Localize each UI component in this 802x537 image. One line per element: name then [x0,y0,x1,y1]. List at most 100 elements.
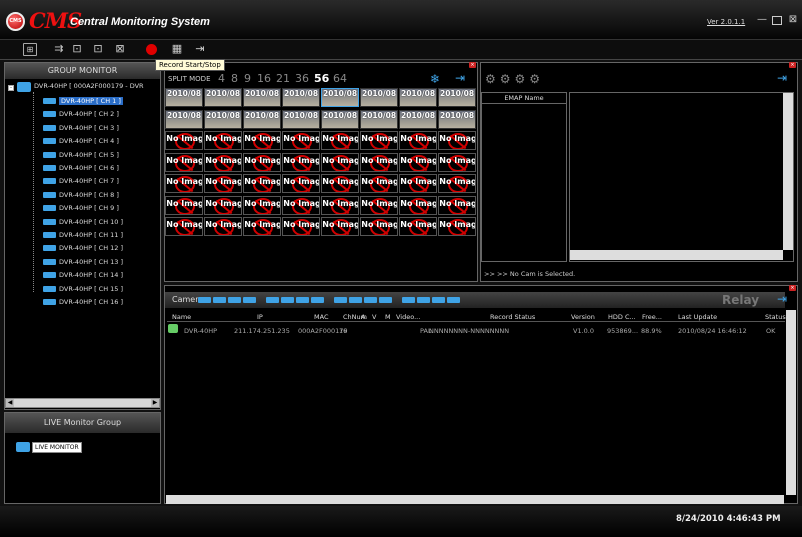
video-tile-noimage[interactable]: No Imag [399,131,437,150]
maximize-icon[interactable] [772,16,782,25]
video-tile-noimage[interactable]: No Imag [204,174,242,193]
video-tile-live[interactable]: 2010/08 [282,88,320,107]
close-icon[interactable]: ⊠ [787,14,799,26]
table-hscroll[interactable] [166,495,784,504]
sidebar-item-ch11[interactable]: DVR-40HP [ CH 11 ] [43,229,123,241]
video-tile-live[interactable]: 2010/08 [399,109,437,129]
video-tile-noimage[interactable]: No Imag [243,152,281,172]
video-tile-noimage[interactable]: No Imag [360,131,398,150]
sidebar-item-ch6[interactable]: DVR-40HP [ CH 6 ] [43,162,119,174]
emap-tools-icon[interactable]: ⚙⚙⚙⚙ [485,72,544,86]
sidebar-item-ch5[interactable]: DVR-40HP [ CH 5 ] [43,149,119,161]
video-tile-noimage[interactable]: No Imag [243,195,281,215]
video-tile-live[interactable]: 2010/08 [165,88,203,107]
relay-camera-icon[interactable] [213,297,226,303]
sidebar-item-ch2[interactable]: DVR-40HP [ CH 2 ] [43,108,119,120]
video-tile-noimage[interactable]: No Imag [360,174,398,193]
delete-device-icon[interactable]: ⊠ [113,43,127,56]
snowflake-icon[interactable]: ❄ [430,72,440,86]
emap-exit-icon[interactable]: ⇥ [777,71,787,85]
sidebar-item-ch3[interactable]: DVR-40HP [ CH 3 ] [43,122,119,134]
split-mode-8[interactable]: 8 [231,72,238,85]
sidebar-item-ch15[interactable]: DVR-40HP [ CH 15 ] [43,283,123,295]
tree-root-dvr[interactable]: DVR-40HP [ 000A2F000179 - DVR [34,82,144,90]
tree-collapse-icon[interactable]: - [8,85,14,91]
sidebar-item-ch4[interactable]: DVR-40HP [ CH 4 ] [43,135,119,147]
playback-icon[interactable]: ▦ [170,43,184,56]
video-tile-live[interactable]: 2010/08 [165,109,203,129]
video-tile-noimage[interactable]: No Imag [360,195,398,215]
video-tile-noimage[interactable]: No Imag [360,217,398,236]
relay-camera-icon[interactable] [281,297,294,303]
sidebar-item-ch7[interactable]: DVR-40HP [ CH 7 ] [43,175,119,187]
relay-camera-icon[interactable] [334,297,347,303]
video-tile-noimage[interactable]: No Imag [399,152,437,172]
split-mode-16[interactable]: 16 [257,72,271,85]
video-tile-live[interactable]: 2010/08 [204,88,242,107]
video-tile-live[interactable]: 2010/08 [438,88,476,107]
video-tile-noimage[interactable]: No Imag [438,131,476,150]
relay-camera-icon[interactable] [364,297,377,303]
column-header[interactable]: Record Status [490,313,535,321]
column-header[interactable]: Free... [642,313,662,321]
video-tile-noimage[interactable]: No Imag [282,217,320,236]
grid-close-icon[interactable]: × [469,62,476,68]
video-tile-noimage[interactable]: No Imag [204,195,242,215]
relay-camera-icon[interactable] [417,297,430,303]
minimize-icon[interactable]: — [756,14,768,26]
column-header[interactable]: A [361,313,365,321]
column-header[interactable]: M [385,313,391,321]
video-tile-noimage[interactable]: No Imag [282,131,320,150]
video-tile-noimage[interactable]: No Imag [399,217,437,236]
table-vscroll[interactable] [786,310,796,495]
emap-vscroll[interactable] [783,93,793,250]
edit-device-icon[interactable]: ⊡ [91,43,105,56]
video-tile-noimage[interactable]: No Imag [438,174,476,193]
video-tile-noimage[interactable]: No Imag [204,131,242,150]
video-tile-noimage[interactable]: No Imag [243,174,281,193]
video-tile-noimage[interactable]: No Imag [438,195,476,215]
live-monitor-item[interactable]: LIVE MONITOR [32,442,82,453]
column-header[interactable]: Last Update [678,313,717,321]
sidebar-item-ch16[interactable]: DVR-40HP [ CH 16 ] [43,296,123,308]
split-mode-36[interactable]: 36 [295,72,309,85]
video-tile-noimage[interactable]: No Imag [243,131,281,150]
video-tile-live[interactable]: 2010/08 [204,109,242,129]
video-tile-live[interactable]: 2010/08 [399,88,437,107]
split-mode-56[interactable]: 56 [314,72,329,85]
exit-grid-icon[interactable]: ⇥ [455,71,465,85]
relay-exit-icon[interactable]: ⇥ [777,292,787,306]
device-close-icon[interactable]: × [789,285,796,291]
sidebar-item-ch8[interactable]: DVR-40HP [ CH 8 ] [43,189,119,201]
sidebar-item-ch9[interactable]: DVR-40HP [ CH 9 ] [43,202,119,214]
video-tile-live[interactable]: 2010/08 [321,109,359,129]
relay-camera-icon[interactable] [402,297,415,303]
sidebar-item-ch10[interactable]: DVR-40HP [ CH 10 ] [43,216,123,228]
scroll-left-icon[interactable]: ◀ [6,399,14,407]
emap-hscroll[interactable] [570,250,783,260]
exit-icon[interactable]: ⇥ [193,43,207,56]
version-link[interactable]: Ver 2.0.1.1 [707,18,745,26]
column-header[interactable]: Name [172,313,191,321]
video-tile-noimage[interactable]: No Imag [165,152,203,172]
split-mode-64[interactable]: 64 [333,72,347,85]
column-header[interactable]: Version [571,313,595,321]
video-tile-noimage[interactable]: No Imag [282,152,320,172]
add-group-icon[interactable]: ⇉ [52,43,66,56]
split-mode-21[interactable]: 21 [276,72,290,85]
split-mode-4[interactable]: 4 [218,72,225,85]
video-tile-noimage[interactable]: No Imag [165,195,203,215]
video-tile-noimage[interactable]: No Imag [282,174,320,193]
column-header[interactable]: Video... [396,313,420,321]
split-mode-9[interactable]: 9 [244,72,251,85]
video-tile-noimage[interactable]: No Imag [204,152,242,172]
video-tile-live[interactable]: 2010/08 [438,109,476,129]
video-tile-live[interactable]: 2010/08 [243,88,281,107]
column-header[interactable]: Status [765,313,786,321]
tree-scrollbar[interactable] [5,398,160,408]
column-header[interactable]: HDD C... [608,313,636,321]
relay-camera-icon[interactable] [198,297,211,303]
video-tile-noimage[interactable]: No Imag [438,217,476,236]
video-tile-noimage[interactable]: No Imag [165,217,203,236]
relay-camera-icon[interactable] [447,297,460,303]
